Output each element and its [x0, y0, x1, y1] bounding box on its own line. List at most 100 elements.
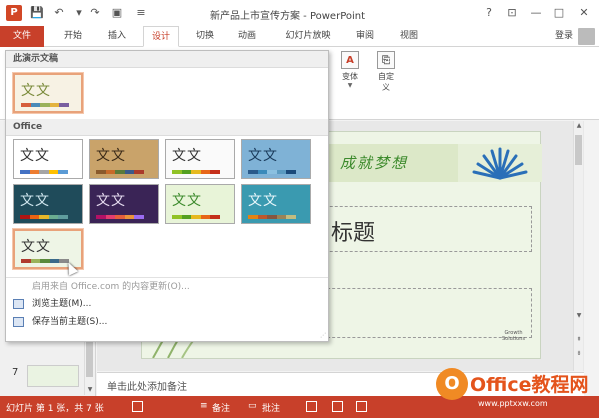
chrysanthemum-graphic-icon	[458, 144, 542, 182]
save-theme-icon	[13, 317, 24, 327]
reading-view-icon[interactable]	[356, 401, 367, 412]
tab-design[interactable]: 设计	[143, 26, 179, 47]
customize-button[interactable]: ⎘ 自定 义	[370, 51, 402, 93]
theme-mesh[interactable]: 文文	[241, 139, 311, 179]
scroll-down-icon[interactable]: ▼	[574, 311, 584, 321]
maximize-icon[interactable]: □	[550, 5, 568, 21]
slide-number: 7	[12, 367, 19, 378]
tab-animations[interactable]: 动画	[230, 26, 264, 47]
theme-facet[interactable]: 文文	[165, 139, 235, 179]
scroll-down-icon[interactable]: ▼	[85, 385, 95, 395]
tab-home[interactable]: 开始	[56, 26, 90, 47]
scrollbar-thumb[interactable]	[575, 135, 582, 165]
slide-sorter-icon[interactable]	[332, 401, 343, 412]
tab-review[interactable]: 审阅	[348, 26, 382, 47]
slide-header-text: 成就梦想	[340, 154, 409, 172]
color-strip	[248, 170, 296, 174]
color-strip	[21, 259, 69, 263]
color-strip	[248, 215, 296, 219]
theme-current[interactable]: 文文	[13, 73, 83, 113]
theme-ion[interactable]: 文文	[13, 184, 83, 224]
minimize-icon[interactable]: —	[527, 5, 545, 21]
customize-qat-icon[interactable]: ≡	[134, 6, 148, 20]
slide-stamp: Growth Solutions	[502, 330, 525, 342]
theme-preview-text: 文文	[248, 193, 278, 209]
close-icon[interactable]: ✕	[575, 5, 593, 21]
undo-icon[interactable]: ↶	[52, 6, 66, 20]
theme-preview-text: 文文	[96, 193, 126, 209]
comments-toggle-icon: ▭	[248, 401, 257, 411]
comments-toggle[interactable]: 批注	[262, 401, 280, 414]
tab-view[interactable]: 视图	[392, 26, 426, 47]
variants-icon: A	[341, 51, 359, 69]
browse-themes-item[interactable]: 浏览主题(M)...	[6, 295, 328, 313]
theme-ion-boardroom[interactable]: 文文	[89, 184, 159, 224]
spelling-check-icon[interactable]	[132, 401, 143, 412]
subtitle-placeholder[interactable]	[312, 288, 532, 338]
color-strip	[20, 215, 68, 219]
customize-icon: ⎘	[377, 51, 395, 69]
title-placeholder-text: 标题	[331, 221, 376, 246]
title-bar: P 💾 ↶ ▾ ↷ ▣ ≡ 新产品上市宣传方案 - PowerPoint ? ⊡…	[0, 0, 599, 26]
resize-grip-icon[interactable]: ⋰	[320, 332, 326, 339]
tab-insert[interactable]: 插入	[100, 26, 134, 47]
theme-preview-text: 文文	[172, 148, 202, 164]
notes-placeholder: 单击此处添加备注	[107, 382, 187, 393]
next-slide-icon[interactable]: ⇟	[574, 349, 584, 359]
folder-icon	[13, 299, 24, 309]
theme-gallery-dropdown: 此演示文稿 文文 Office 文文 文文 文文 文文 文文 文文 文文 文文 …	[5, 50, 329, 342]
chevron-down-icon: ▼	[347, 82, 353, 89]
save-current-theme-label: 保存当前主题(S)...	[32, 317, 108, 327]
ribbon-display-options-icon[interactable]: ⊡	[503, 5, 521, 21]
save-icon[interactable]: 💾	[30, 6, 44, 20]
color-strip	[96, 215, 144, 219]
theme-preview-text: 文文	[96, 148, 126, 164]
window-title: 新产品上市宣传方案 - PowerPoint	[210, 11, 366, 22]
tab-transitions[interactable]: 切换	[188, 26, 222, 47]
notes-toggle-icon: ≡	[200, 401, 208, 411]
powerpoint-logo-icon: P	[6, 5, 22, 21]
slide-thumbnail[interactable]	[27, 365, 79, 387]
previous-slide-icon[interactable]: ⇞	[574, 335, 584, 345]
watermark: O Office教程网 www.pptxxw.com	[436, 366, 596, 414]
sign-in-link[interactable]: 登录	[555, 26, 573, 46]
dropdown-arrow-icon[interactable]: ▾	[72, 6, 86, 20]
color-strip	[172, 170, 220, 174]
powerpoint-window: P 💾 ↶ ▾ ↷ ▣ ≡ 新产品上市宣传方案 - PowerPoint ? ⊡…	[0, 0, 599, 418]
theme-retrospect[interactable]: 文文	[241, 184, 311, 224]
enable-office-updates-item: 启用来自 Office.com 的内容更新(O)...	[6, 277, 328, 295]
watermark-url: www.pptxxw.com	[476, 399, 550, 408]
theme-preview-text: 文文	[172, 193, 202, 209]
ribbon-tabs: 文件 开始 插入 设计 切换 动画 幻灯片放映 审阅 视图 登录	[0, 26, 599, 47]
theme-preview-text: 文文	[21, 239, 51, 255]
theme-preview-text: 文文	[248, 148, 278, 164]
save-current-theme-item[interactable]: 保存当前主题(S)...	[6, 313, 328, 331]
gallery-section-office: Office	[6, 119, 328, 136]
customize-label-line1: 自定	[378, 72, 394, 81]
slide-scrollbar[interactable]: ▲ ▼ ⇞ ⇟	[573, 121, 583, 371]
start-from-beginning-icon[interactable]: ▣	[110, 6, 124, 20]
theme-preview-text: 文文	[20, 148, 50, 164]
theme-office[interactable]: 文文	[13, 139, 83, 179]
gallery-section-this-presentation: 此演示文稿	[6, 51, 328, 68]
scroll-up-icon[interactable]: ▲	[574, 121, 584, 131]
theme-preview-text: 文文	[20, 193, 50, 209]
notes-toggle[interactable]: 备注	[212, 401, 230, 414]
tab-slide-show[interactable]: 幻灯片放映	[278, 26, 338, 47]
normal-view-icon[interactable]	[306, 401, 317, 412]
redo-icon[interactable]: ↷	[88, 6, 102, 20]
stamp-line-2: Solutions	[502, 336, 525, 342]
color-strip	[172, 215, 220, 219]
slide-counter: 幻灯片 第 1 张，共 7 张	[6, 404, 104, 414]
office-logo-icon: O	[436, 368, 468, 400]
color-strip	[20, 170, 68, 174]
color-strip	[96, 170, 144, 174]
avatar[interactable]	[578, 28, 595, 45]
watermark-brand: Office教程网	[470, 374, 589, 396]
color-strip	[21, 103, 69, 107]
theme-facet-green[interactable]: 文文	[165, 184, 235, 224]
help-icon[interactable]: ?	[480, 5, 498, 21]
theme-wood[interactable]: 文文	[89, 139, 159, 179]
tab-file[interactable]: 文件	[0, 26, 44, 47]
variants-button[interactable]: A 变体 ▼	[334, 51, 366, 89]
